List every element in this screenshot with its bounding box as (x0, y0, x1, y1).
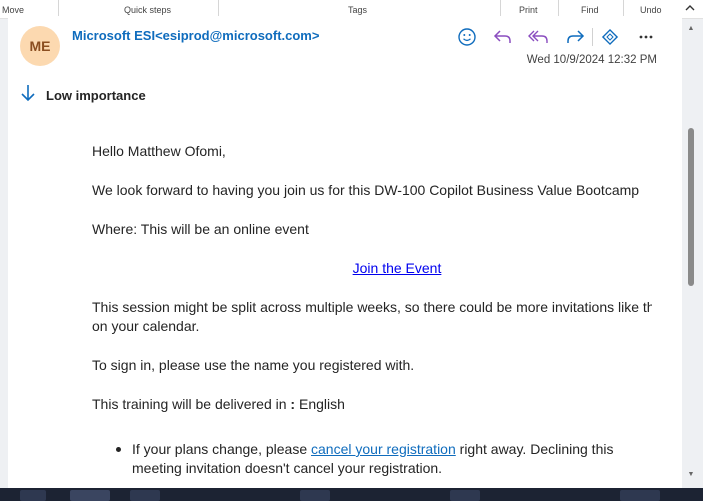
taskbar (0, 488, 703, 501)
more-icon[interactable] (635, 26, 657, 48)
apps-icon[interactable] (599, 26, 621, 48)
sender-name[interactable]: Microsoft ESI<esiprod@microsoft.com> (72, 28, 319, 43)
taskbar-app-icon[interactable] (300, 490, 330, 501)
signin-text: To sign in, please use the name you regi… (92, 357, 415, 373)
scrollbar-thumb[interactable] (688, 128, 694, 286)
bullet-text-line2: meeting invitation doesn't cancel your r… (132, 460, 443, 476)
bullet-text-line1: If your plans change, please cancel your… (132, 440, 613, 459)
ribbon-group-quick-steps[interactable]: Quick steps (124, 5, 171, 15)
greeting-text: Hello Matthew Ofomi, (92, 143, 226, 159)
ribbon-divider (500, 0, 501, 16)
join-paragraph: Join the Event (92, 259, 682, 278)
cancel-registration-link[interactable]: cancel your registration (311, 441, 456, 457)
training-prefix: This training will be delivered in (92, 396, 287, 412)
forward-icon[interactable] (564, 26, 586, 48)
taskbar-app-icon[interactable] (450, 490, 480, 501)
ribbon-group-move[interactable]: Move (2, 5, 24, 15)
bullet-suffix: right away. Declining this (455, 441, 614, 457)
training-text: This training will be delivered in : Eng… (92, 395, 345, 414)
bullet-prefix: If your plans change, please (132, 441, 312, 457)
ribbon-divider (623, 0, 624, 16)
session-text-line2: on your calendar. (92, 318, 200, 334)
importance-indicator: Low importance (20, 84, 146, 107)
ribbon-group-find[interactable]: Find (581, 5, 599, 15)
ribbon-divider (558, 0, 559, 16)
intro-text: We look forward to having you join us fo… (92, 182, 640, 198)
vertical-scrollbar[interactable]: ▲ ▼ (684, 18, 698, 488)
taskbar-clock[interactable] (620, 490, 660, 501)
avatar[interactable]: ME (20, 26, 60, 66)
ribbon-group-undo[interactable]: Undo (640, 5, 662, 15)
ribbon-group-print[interactable]: Print (519, 5, 538, 15)
ribbon-divider (218, 0, 219, 16)
ribbon-divider (58, 0, 59, 16)
collapse-ribbon-icon[interactable] (683, 0, 697, 14)
importance-label: Low importance (46, 88, 146, 103)
arrow-down-icon (20, 84, 36, 107)
taskbar-app-icon[interactable] (70, 490, 110, 501)
reply-all-icon[interactable] (528, 26, 550, 48)
ribbon-group-bar: Move Quick steps Tags Print Find Undo (0, 0, 703, 19)
message-reading-pane: ME Microsoft ESI<esiprod@microsoft.com> … (8, 18, 682, 488)
message-actions (456, 26, 657, 48)
scroll-down-icon[interactable]: ▼ (687, 470, 695, 478)
actions-divider (592, 28, 593, 46)
taskbar-app-icon[interactable] (20, 490, 46, 501)
training-language: English (299, 396, 345, 412)
taskbar-app-icon[interactable] (130, 490, 160, 501)
where-text: Where: This will be an online event (92, 221, 309, 237)
session-text-line1: This session might be split across multi… (92, 299, 652, 315)
join-event-link[interactable]: Join the Event (353, 260, 442, 276)
smile-icon[interactable] (456, 26, 478, 48)
reply-icon[interactable] (492, 26, 514, 48)
message-date: Wed 10/9/2024 12:32 PM (526, 54, 657, 66)
ribbon-group-tags[interactable]: Tags (348, 5, 367, 15)
bullet-marker (116, 447, 121, 452)
training-colon: : (286, 396, 299, 412)
scroll-up-icon[interactable]: ▲ (687, 24, 695, 32)
